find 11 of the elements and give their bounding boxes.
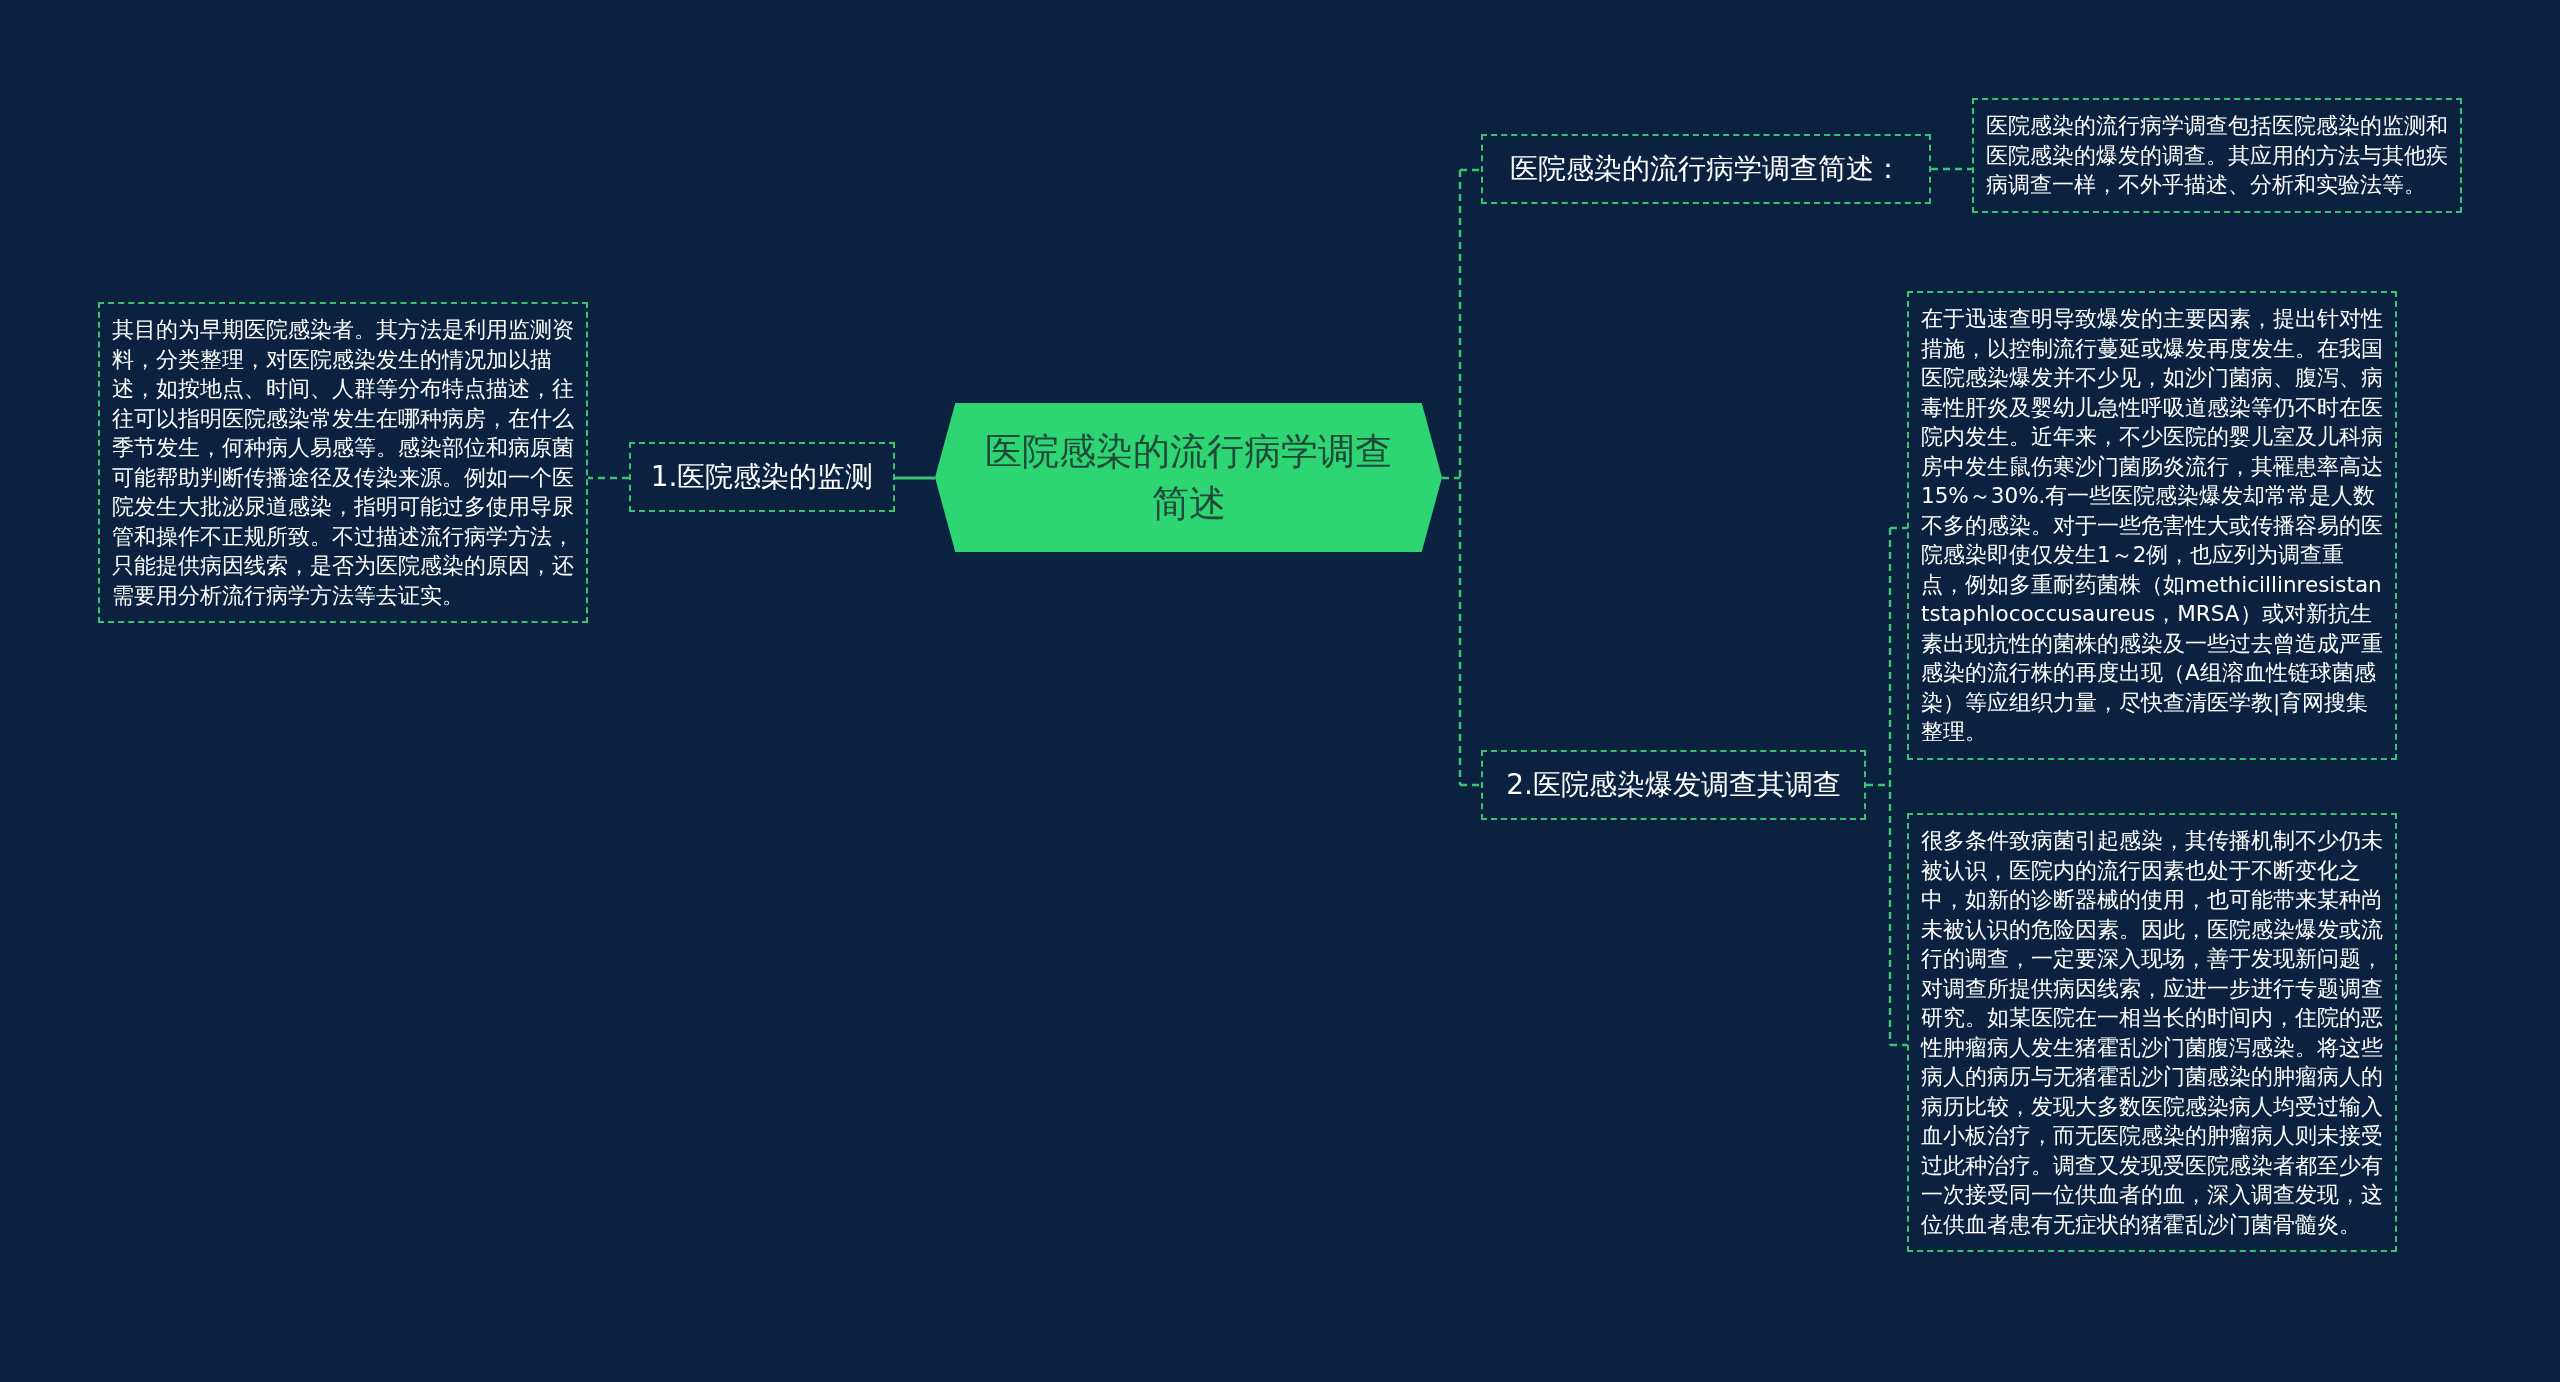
- connector-line: [895, 476, 935, 480]
- topic-node: 1.医院感染的监测: [629, 442, 895, 512]
- topic-node: 2.医院感染爆发调查其调查: [1481, 750, 1866, 820]
- note-text: 其目的为早期医院感染者。其方法是利用监测资料，分类整理，对医院感染发生的情况加以描述，如按地点、时间、人群等分布特点描述，往往可以指明医院感染常发生在哪种病房，在什么季节发生，何种病人易感等。感染部位和病原菌可能帮助判断传播途径及传染来源。例如一个医院发生大批泌尿道感染，指明可能过多使用导尿管和操作不正规所致。不过描述流行病学方法，只能提供病因线索，是否为医院感染的原因，还需要用分析流行病学方法等去证实。: [98, 302, 588, 623]
- connector-line: [588, 476, 629, 480]
- connector-line: [1931, 167, 1972, 171]
- topic-node: 医院感染的流行病学调查简述：: [1481, 134, 1931, 204]
- note-text: 在于迅速查明导致爆发的主要因素，提出针对性措施，以控制流行蔓延或爆发再度发生。在我国医院感染爆发并不少见，如沙门菌病、腹泻、病毒性肝炎及婴幼儿急性呼吸道感染等仍不时在医院内发生。近年来，不少医院的婴儿室及儿科病房中发生鼠伤寒沙门菌肠炎流行，其罹患率高达15%～30%.有一些医院感染爆发却常常是人数不多的感染。对于一些危害性大或传播容易的医院感染即使仅发生1～2例，也应列为调查重点，例如多重耐药菌株（如methicillinresistantstaphlococcusaureus，MRSA）或对新抗生素出现抗性的菌株的感染及一些过去曾造成严重感染的流行株的再度出现（A组溶血性链球菌感染）等应组织力量，尽快查清医学教|育网搜集整理。: [1907, 291, 2397, 760]
- note-text: 很多条件致病菌引起感染，其传播机制不少仍未被认识，医院内的流行因素也处于不断变化之中，如新的诊断器械的使用，也可能带来某种尚未被认识的危险因素。因此，医院感染爆发或流行的调查，一定要深入现场，善于发现新问题，对调查所提供病因线索，应进一步进行专题调查研究。如某医院在一相当长的时间内，住院的恶性肿瘤病人发生猪霍乱沙门菌腹泻感染。将这些病人的病历与无猪霍乱沙门菌感染的肿瘤病人的病历比较，发现大多数医院感染病人均受过输入血小板治疗，而无医院感染的肿瘤病人则未接受过此种治疗。调查又发现受医院感染者都至少有一次接受同一位供血者的血，深入调查发现，这位供血者患有无症状的猪霍乱沙门菌骨髓炎。: [1907, 813, 2397, 1252]
- central-topic: 医院感染的流行病学调查简述: [935, 403, 1442, 552]
- note-text: 医院感染的流行病学调查包括医院感染的监测和医院感染的爆发的调查。其应用的方法与其他疾病调查一样，不外乎描述、分析和实验法等。: [1972, 98, 2462, 213]
